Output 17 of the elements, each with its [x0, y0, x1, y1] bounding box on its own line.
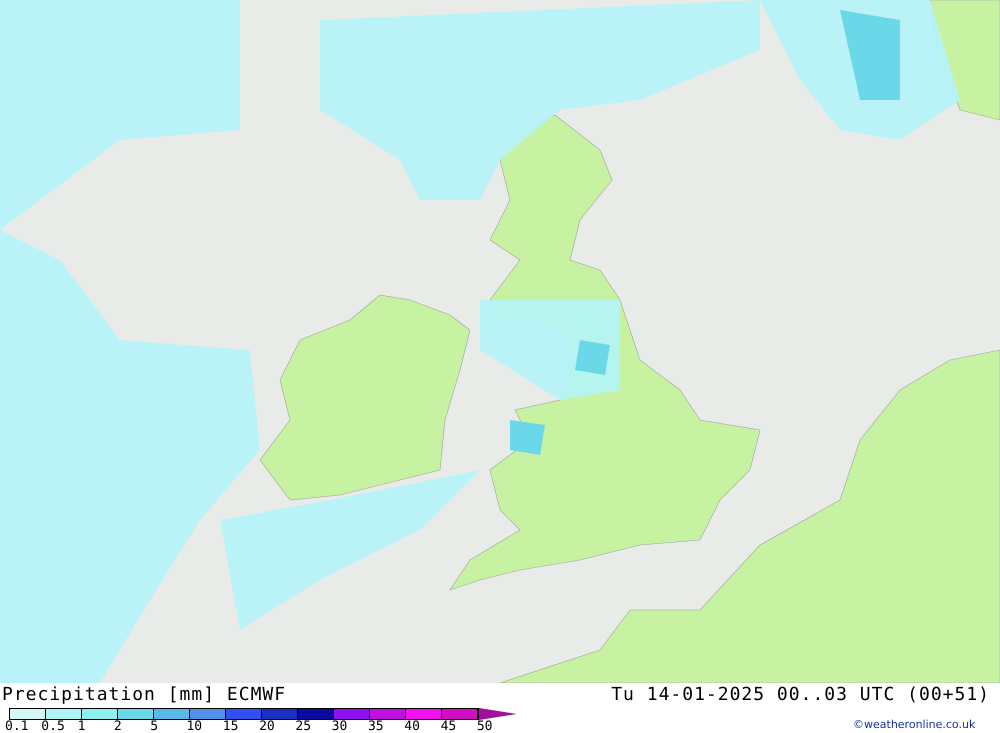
- colorbar-tick-label: 35: [368, 719, 384, 733]
- valid-time: Tu 14-01-2025 00..03 UTC (00+51): [611, 685, 990, 705]
- colorbar-tick-label: 45: [440, 719, 456, 733]
- colorbar-tick-label: 20: [259, 719, 275, 733]
- colorbar-tick-label: 50: [476, 719, 493, 733]
- colorbar-tick-label: 15: [222, 719, 238, 733]
- colorbar-tick-label: 0.5: [41, 719, 65, 733]
- map-title: Precipitation [mm] ECMWF: [2, 685, 286, 705]
- colorbar-tick-label: 25: [295, 719, 312, 733]
- copyright-credit: ©weatheronline.co.uk: [853, 719, 976, 731]
- colorbar-tick-label: 5: [150, 719, 158, 733]
- colorbar-tick-label: 10: [186, 719, 202, 733]
- colorbar-tick-label: 1: [78, 719, 86, 733]
- colorbar-tick-label: 2: [114, 719, 122, 733]
- colorbar-tick-label: 30: [332, 719, 348, 733]
- colorbar-tick-label: 40: [404, 719, 420, 733]
- colorbar-tick-label: 0.1: [5, 719, 28, 733]
